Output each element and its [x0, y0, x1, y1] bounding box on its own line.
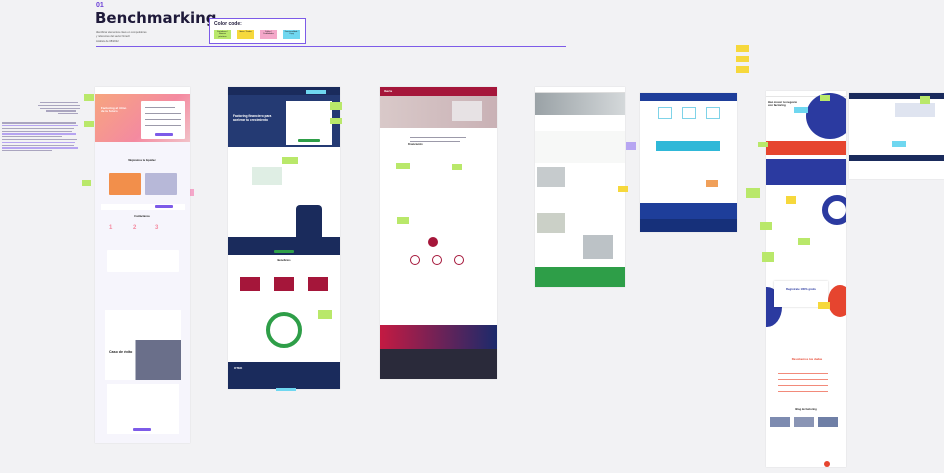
- sticky-note[interactable]: [330, 118, 342, 124]
- sticky-note[interactable]: [396, 163, 410, 169]
- sticky-note[interactable]: [920, 96, 930, 104]
- sticky-note[interactable]: [746, 188, 760, 198]
- sticky-note[interactable]: [762, 252, 774, 262]
- page-title: Benchmarking: [95, 9, 217, 27]
- sticky-note[interactable]: [706, 180, 718, 187]
- sticky-note[interactable]: [786, 196, 796, 204]
- sticky-note[interactable]: [626, 142, 636, 150]
- sticky-note[interactable]: [84, 121, 94, 127]
- hero-brand: Iberia: [384, 89, 393, 93]
- description-line: Análisis de 08/2022: [96, 40, 119, 43]
- description-line: y referentes del sector fintech: [96, 35, 131, 38]
- sticky-note[interactable]: [282, 157, 298, 164]
- screen-fintech-indigo-desktop[interactable]: [849, 93, 944, 179]
- blog-title: Blog de factoring: [795, 408, 817, 411]
- cta-title: Contáctanos: [134, 215, 150, 218]
- hero-title: Factoring financiero para acelerar tu cr…: [233, 114, 272, 122]
- description-line: Identificar elementos clave en competido…: [96, 31, 147, 34]
- section-number: 01: [96, 2, 104, 9]
- sticky-note[interactable]: [818, 302, 830, 309]
- color-swatch-strengths[interactable]: Fortalezas / Buenas prácticas: [214, 30, 231, 39]
- sticky-note[interactable]: [736, 66, 749, 73]
- sticky-note[interactable]: [276, 388, 296, 391]
- hero-title: Factoring al ritmo de tu futuro: [101, 106, 127, 114]
- color-code-title: Color code:: [214, 21, 242, 27]
- sticky-note[interactable]: [736, 45, 749, 52]
- sticky-note[interactable]: [798, 238, 810, 245]
- sticky-note[interactable]: [318, 310, 332, 319]
- sticky-note[interactable]: [84, 94, 94, 101]
- sticky-note[interactable]: [330, 102, 342, 110]
- case-title: Caso de éxito: [109, 350, 133, 354]
- sticky-note[interactable]: [892, 141, 906, 147]
- color-code-legend[interactable]: Color code: Fortalezas / Buenas práctica…: [209, 18, 306, 44]
- sticky-note[interactable]: [794, 107, 808, 113]
- whiteboard-canvas[interactable]: 01 Benchmarking Identificar elementos cl…: [0, 0, 944, 473]
- title-divider: [96, 46, 566, 47]
- section-title: Mejoramos tu liquidez: [128, 159, 156, 162]
- screen-corporate-green[interactable]: [535, 87, 625, 287]
- sticky-note[interactable]: [82, 180, 91, 186]
- section-title: Beneficios: [277, 259, 291, 262]
- color-swatch-weaknesses[interactable]: Fallos / Debilidades: [260, 30, 277, 39]
- sticky-note[interactable]: [758, 142, 768, 147]
- notes-block[interactable]: [2, 102, 82, 153]
- benchmark-header: 01 Benchmarking Identificar elementos cl…: [0, 0, 944, 62]
- sticky-note[interactable]: [736, 56, 749, 62]
- screen-bank-blue[interactable]: [640, 93, 737, 232]
- faq-title: Resolvemos tus dudas: [791, 357, 823, 361]
- sticky-note[interactable]: [618, 186, 628, 192]
- footer-brand: OTEK: [234, 366, 243, 370]
- section-title: Financiación: [408, 143, 423, 146]
- screen-bank-crimson[interactable]: Iberia Financiación: [380, 87, 497, 379]
- sticky-note[interactable]: [397, 217, 409, 224]
- sticky-note[interactable]: [452, 164, 462, 170]
- offer-title: Regístrate 100% gratis: [785, 287, 816, 291]
- screen-fintech-indigo[interactable]: Haz crecer tu negocio con factoring Regí…: [766, 91, 846, 467]
- color-swatch-ideas[interactable]: Ideas / Dudas: [237, 30, 254, 39]
- sticky-note[interactable]: [306, 90, 326, 94]
- color-swatch-functionality[interactable]: Funcionalidad / Copy: [283, 30, 300, 39]
- screen-factoring-navy[interactable]: Factoring financiero para acelerar tu cr…: [228, 87, 340, 389]
- screen-fintech-coral[interactable]: Factoring al ritmo de tu futuro Mejoramo…: [95, 87, 190, 443]
- sticky-note[interactable]: [820, 95, 830, 101]
- sticky-note[interactable]: [760, 222, 772, 230]
